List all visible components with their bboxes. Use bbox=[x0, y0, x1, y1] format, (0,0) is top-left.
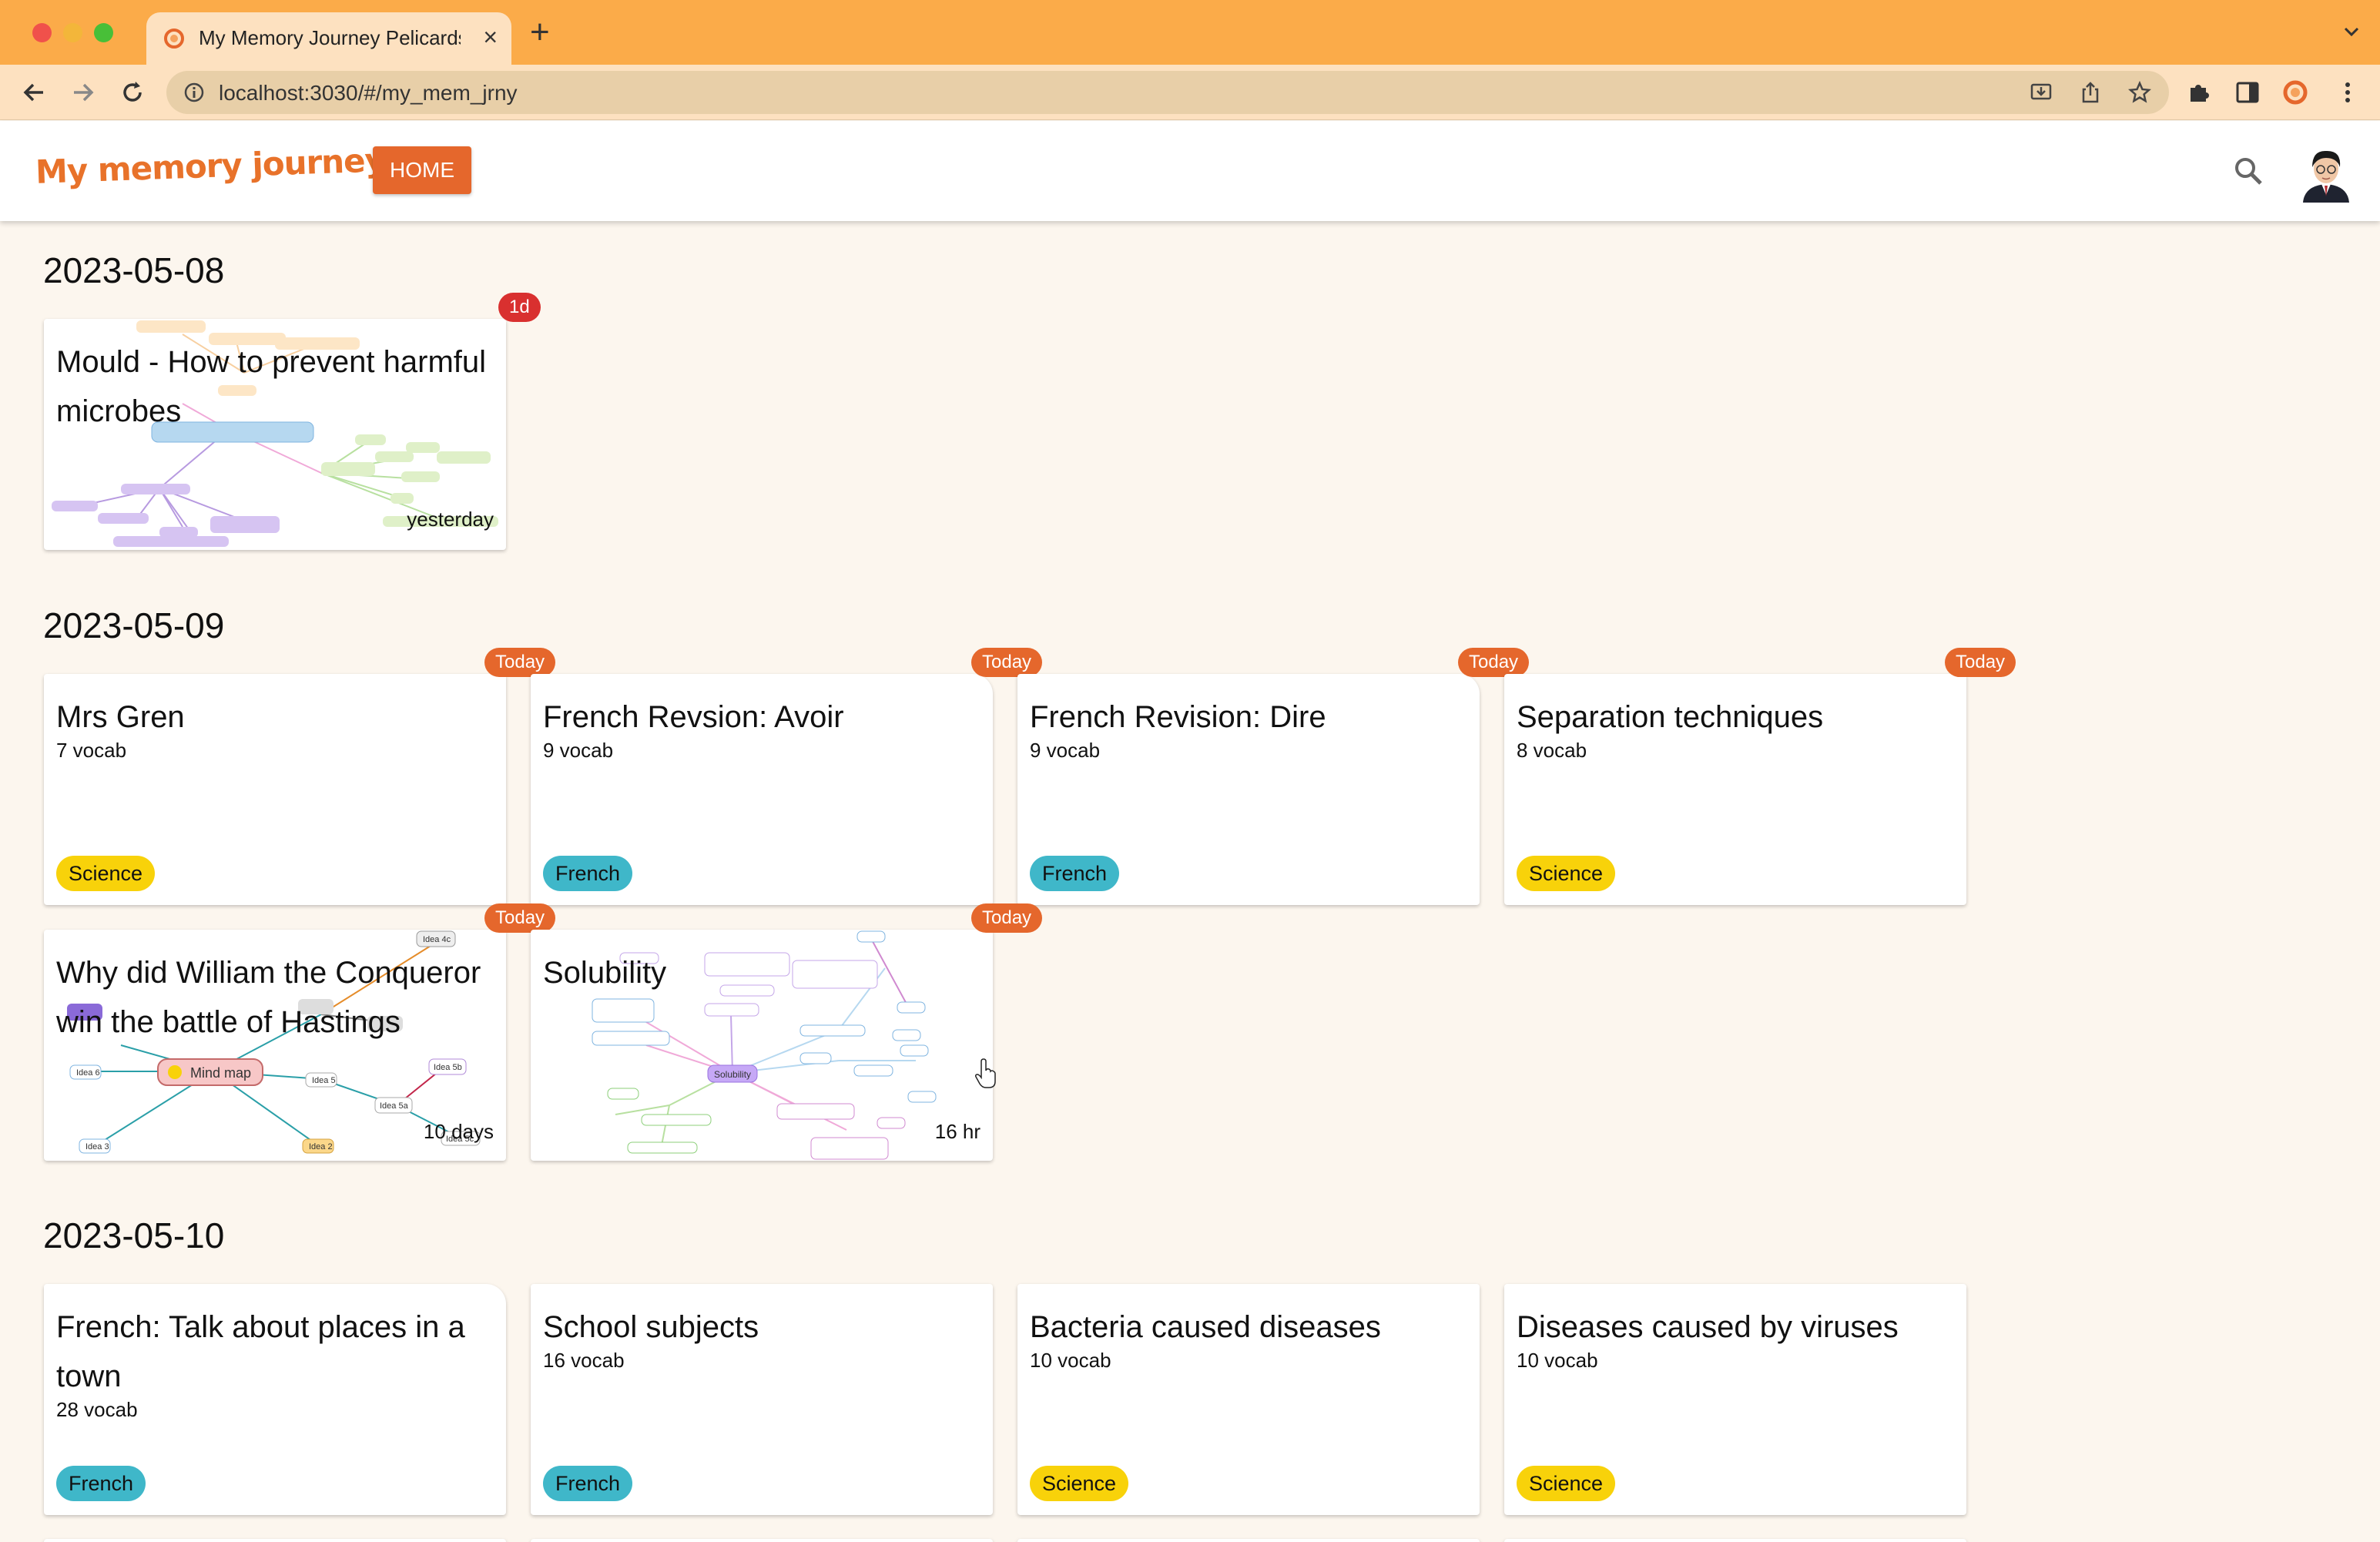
home-button[interactable]: HOME bbox=[373, 146, 471, 194]
due-badge: Today bbox=[1458, 648, 1530, 677]
url-text: localhost:3030/#/my_mem_jrny bbox=[219, 81, 518, 105]
share-icon[interactable] bbox=[2078, 80, 2103, 105]
info-icon[interactable] bbox=[183, 82, 205, 103]
card-title: Separation techniques bbox=[1517, 700, 1824, 734]
mindmap-card-solubility[interactable]: Solubility Solubility 16 hr Today bbox=[531, 903, 1043, 1161]
browser-tab[interactable]: My Memory Journey Pelicards × bbox=[146, 12, 511, 65]
chevron-down-icon[interactable] bbox=[2340, 20, 2363, 43]
card-partial[interactable] bbox=[1504, 1539, 1966, 1542]
vocab-card-french-dire[interactable]: French Revision: Dire 9 vocab French Tod… bbox=[1017, 648, 1530, 905]
card-title: Mrs Gren bbox=[56, 700, 185, 734]
vocab-card-school-subjects[interactable]: School subjects 16 vocab French bbox=[531, 1284, 993, 1515]
side-panel-icon[interactable] bbox=[2234, 79, 2261, 106]
vocab-count: 16 vocab bbox=[543, 1349, 625, 1372]
vocab-count: 10 vocab bbox=[1517, 1349, 1598, 1372]
svg-text:Idea 3: Idea 3 bbox=[85, 1142, 109, 1151]
mindmap-center-label: Mind map bbox=[190, 1065, 251, 1081]
vocab-count: 9 vocab bbox=[1030, 739, 1101, 762]
due-badge: Today bbox=[971, 903, 1043, 933]
card-title: French Revision: Dire bbox=[1030, 700, 1326, 734]
card-title: Why did William the Conqueror win the ba… bbox=[56, 956, 481, 1039]
card-title: Solubility bbox=[543, 956, 667, 990]
vocab-count: 7 vocab bbox=[56, 739, 127, 762]
due-badge: Today bbox=[484, 648, 556, 677]
back-arrow-icon[interactable] bbox=[20, 79, 48, 106]
svg-text:Idea 4c: Idea 4c bbox=[423, 935, 451, 944]
svg-text:Idea 5: Idea 5 bbox=[312, 1076, 336, 1085]
svg-text:Idea 6: Idea 6 bbox=[76, 1068, 100, 1078]
due-badge: Today bbox=[484, 903, 556, 933]
vocab-card-separation-techniques[interactable]: Separation techniques 8 vocab Science To… bbox=[1504, 648, 2016, 905]
vocab-card-french-places[interactable]: French: Talk about places in a town 28 v… bbox=[44, 1284, 506, 1515]
card-partial[interactable] bbox=[1017, 1539, 1480, 1542]
card-partial[interactable] bbox=[44, 1539, 506, 1542]
mindmap-center-label: Solubility bbox=[714, 1069, 751, 1080]
close-window-button[interactable] bbox=[32, 23, 52, 42]
browser-tab-bar: My Memory Journey Pelicards × + bbox=[0, 0, 2380, 65]
reload-icon[interactable] bbox=[119, 79, 146, 106]
search-icon[interactable] bbox=[2232, 155, 2264, 187]
extensions-puzzle-icon[interactable] bbox=[2184, 79, 2212, 106]
vocab-card-bacteria-diseases[interactable]: Bacteria caused diseases 10 vocab Scienc… bbox=[1017, 1284, 1480, 1515]
browser-menu-icon[interactable] bbox=[2334, 79, 2362, 106]
vocab-count: 8 vocab bbox=[1517, 739, 1587, 762]
date-heading: 2023-05-10 bbox=[43, 1215, 225, 1255]
due-badge: Today bbox=[1945, 648, 2016, 677]
bookmark-star-icon[interactable] bbox=[2127, 80, 2152, 105]
svg-text:Idea 2: Idea 2 bbox=[309, 1142, 333, 1151]
subject-tag[interactable]: Science bbox=[1030, 1466, 1129, 1501]
subject-tag[interactable]: Science bbox=[1517, 1466, 1616, 1501]
profile-extension-icon[interactable] bbox=[2281, 79, 2309, 106]
card-title: Bacteria caused diseases bbox=[1030, 1310, 1381, 1344]
review-time: 10 days bbox=[423, 1120, 494, 1143]
date-heading: 2023-05-09 bbox=[43, 605, 225, 645]
minimize-window-button[interactable] bbox=[63, 23, 82, 42]
pelicards-favicon-icon bbox=[164, 28, 184, 49]
review-time: 16 hr bbox=[934, 1120, 980, 1143]
due-badge: 1d bbox=[498, 293, 541, 322]
vocab-card-mrs-gren[interactable]: Mrs Gren 7 vocab Science Today bbox=[44, 648, 556, 905]
card-title: Mould - How to prevent harmful microbes bbox=[56, 345, 487, 428]
new-tab-button[interactable]: + bbox=[530, 15, 550, 49]
mindmap-card-hastings[interactable]: Mind map Idea 4c Idea 5 Idea 5a Idea 5b … bbox=[44, 903, 556, 1161]
vocab-count: 28 vocab bbox=[56, 1398, 138, 1421]
subject-tag[interactable]: French bbox=[543, 856, 633, 891]
subject-tag[interactable]: French bbox=[543, 1466, 633, 1501]
app-logo[interactable]: My memory journey bbox=[35, 141, 385, 191]
subject-tag[interactable]: French bbox=[56, 1466, 146, 1501]
mindmap-card-mould[interactable]: Mould - How to prevent harmful microbes … bbox=[44, 293, 541, 550]
subject-tag[interactable]: Science bbox=[1517, 856, 1616, 891]
browser-toolbar: localhost:3030/#/my_mem_jrny bbox=[0, 65, 2380, 120]
app-header: My memory journey HOME bbox=[0, 121, 2380, 221]
vocab-count: 10 vocab bbox=[1030, 1349, 1111, 1372]
card-title: French Revsion: Avoir bbox=[543, 700, 844, 734]
tab-title: My Memory Journey Pelicards bbox=[199, 26, 461, 49]
card-title: French: Talk about places in a town bbox=[56, 1310, 465, 1393]
card-title: Diseases caused by viruses bbox=[1517, 1310, 1899, 1344]
vocab-count: 9 vocab bbox=[543, 739, 614, 762]
install-app-icon[interactable] bbox=[2029, 80, 2053, 105]
user-avatar[interactable] bbox=[2297, 141, 2355, 203]
card-partial[interactable] bbox=[531, 1539, 993, 1542]
card-title: School subjects bbox=[543, 1310, 759, 1344]
svg-text:Idea 5b: Idea 5b bbox=[434, 1063, 462, 1072]
due-badge: Today bbox=[971, 648, 1043, 677]
subject-tag[interactable]: French bbox=[1030, 856, 1120, 891]
vocab-card-french-avoir[interactable]: French Revsion: Avoir 9 vocab French Tod… bbox=[531, 648, 1043, 905]
vocab-card-virus-diseases[interactable]: Diseases caused by viruses 10 vocab Scie… bbox=[1504, 1284, 1966, 1515]
svg-text:Idea 5a: Idea 5a bbox=[380, 1101, 409, 1111]
address-bar[interactable]: localhost:3030/#/my_mem_jrny bbox=[166, 71, 2169, 114]
forward-arrow-icon[interactable] bbox=[69, 79, 97, 106]
review-time: yesterday bbox=[407, 508, 494, 531]
tab-close-icon[interactable]: × bbox=[483, 23, 498, 51]
subject-tag[interactable]: Science bbox=[56, 856, 156, 891]
hand-cursor-icon bbox=[975, 1058, 996, 1088]
date-heading: 2023-05-08 bbox=[43, 250, 225, 290]
maximize-window-button[interactable] bbox=[94, 23, 113, 42]
